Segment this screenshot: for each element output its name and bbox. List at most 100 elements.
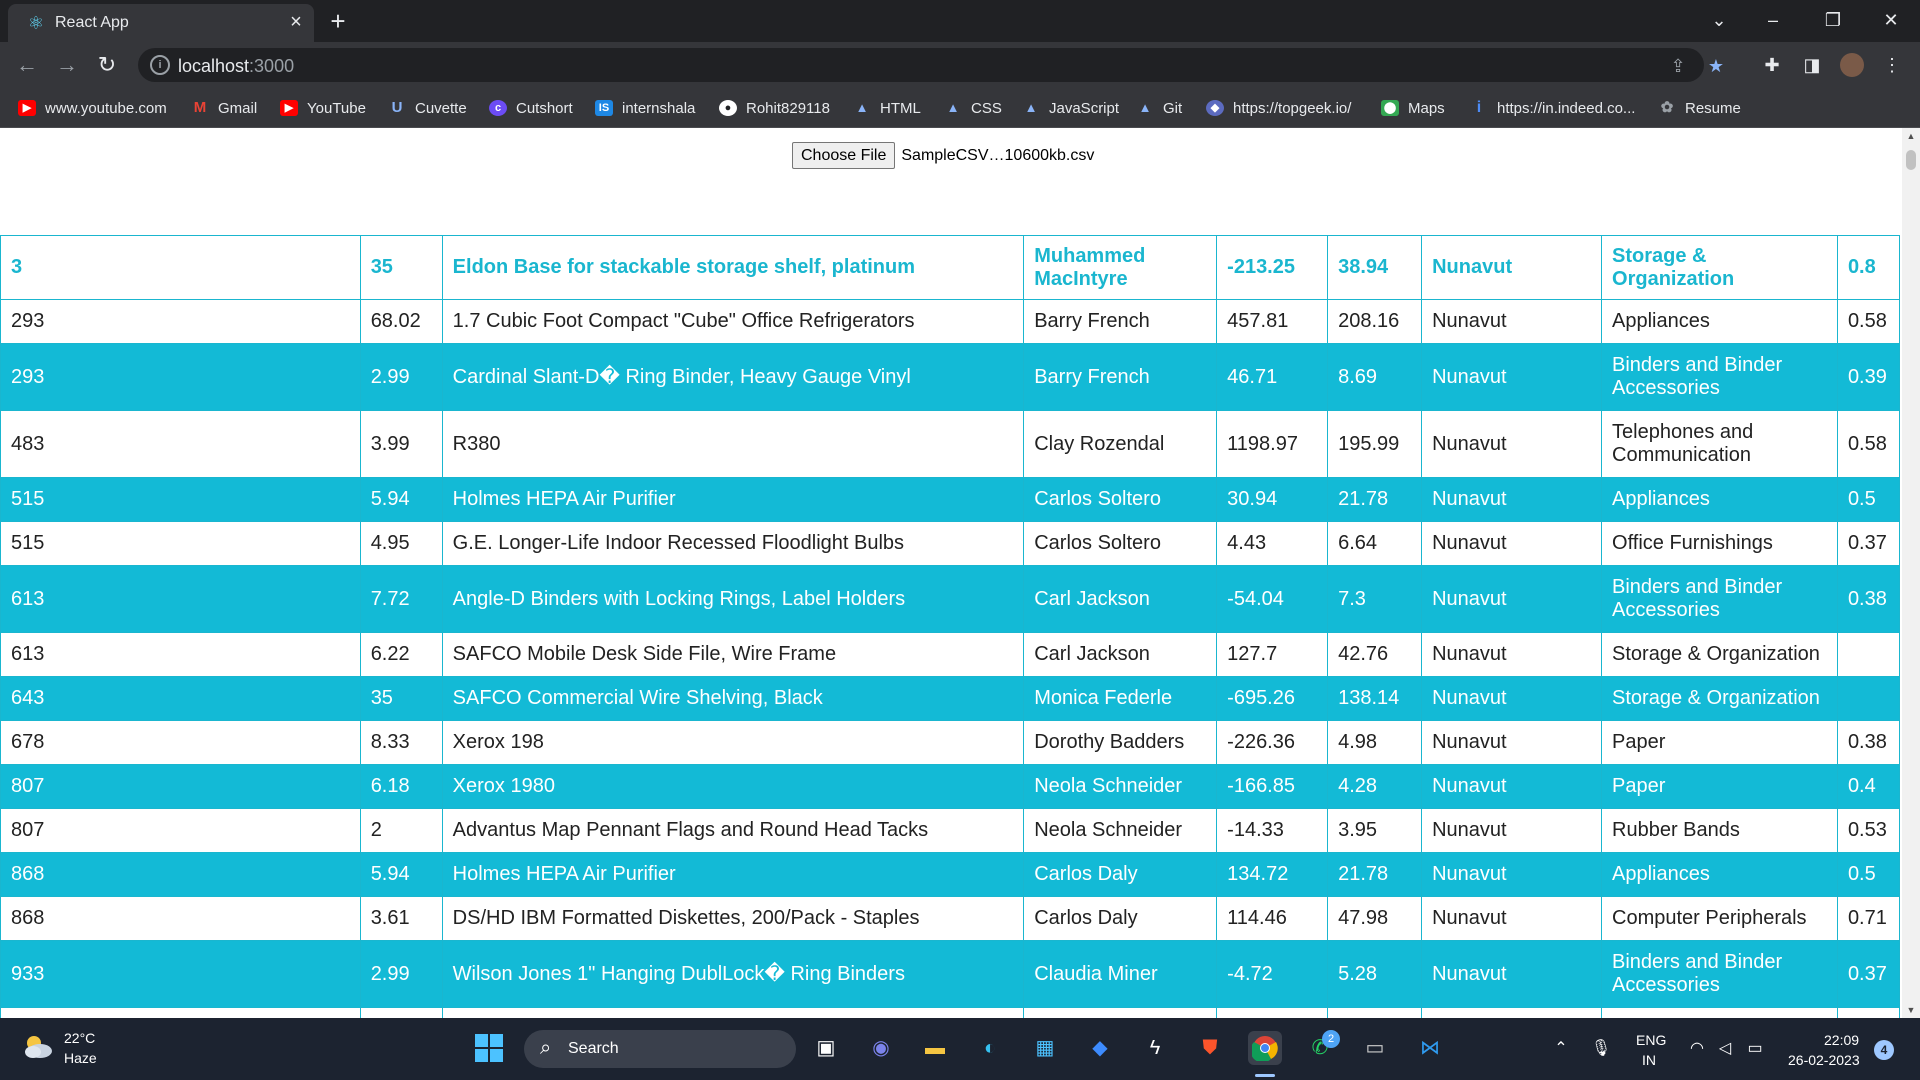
file-explorer-icon[interactable]: ▬ xyxy=(918,1031,952,1065)
microphone-icon[interactable]: 🎙 xyxy=(1590,1038,1612,1060)
bookmark-youtube[interactable]: ▶ YouTube xyxy=(280,97,366,119)
bookmark-git[interactable]: ▲ Git xyxy=(1136,97,1183,119)
bookmark-css[interactable]: ▲ CSS xyxy=(944,97,1002,119)
show-hidden-icons-chevron-icon[interactable]: ⌃ xyxy=(1550,1038,1572,1060)
minimize-button[interactable]: – xyxy=(1758,8,1788,32)
side-panel-icon[interactable]: ◨ xyxy=(1800,53,1824,77)
whatsapp-badge: 2 xyxy=(1322,1030,1340,1048)
tab-search-icon[interactable]: ⌄ xyxy=(1704,8,1734,32)
vscode-icon[interactable]: ⋈ xyxy=(1413,1031,1447,1065)
site-info-icon[interactable]: i xyxy=(150,55,170,75)
language-region[interactable]: IN xyxy=(1642,1052,1656,1068)
table-cell: DS/HD IBM Formatted Diskettes, 200/Pack … xyxy=(441,896,1025,941)
table-cell: 515 xyxy=(0,521,361,566)
teams-chat-icon[interactable]: ◉ xyxy=(864,1031,898,1065)
dropbox-icon[interactable]: ◆ xyxy=(1083,1031,1117,1065)
table-cell: 3.95 xyxy=(1327,808,1423,853)
bookmark-github[interactable]: ● Rohit829118 xyxy=(719,97,830,119)
table-cell xyxy=(1023,1007,1218,1018)
folder-mountain-icon: ▲ xyxy=(855,100,869,115)
language-code[interactable]: ENG xyxy=(1636,1032,1666,1048)
bookmark-cuvette[interactable]: U Cuvette xyxy=(388,97,467,119)
share-icon[interactable]: ⇪ xyxy=(1666,54,1690,78)
table-row: 678 8.33 Xerox 198 Dorothy Badders -226.36 4.… xyxy=(0,720,1901,765)
page-scrollbar[interactable]: ▲ ▼ xyxy=(1902,128,1920,1018)
table-cell: 0.5 xyxy=(1836,477,1901,522)
address-bar[interactable]: i localhost:3000 ⇪ ★ xyxy=(138,48,1724,82)
back-button[interactable]: ← xyxy=(13,51,41,79)
menu-kebab-icon[interactable]: ⋮ xyxy=(1880,53,1904,77)
browser-tab[interactable]: ⚛ React App × xyxy=(8,4,314,42)
table-cell: 293 xyxy=(0,299,361,344)
table-cell: SAFCO Commercial Wire Shelving, Black xyxy=(441,676,1025,721)
table-cell: 21.78 xyxy=(1327,477,1423,522)
restore-button[interactable]: ❐ xyxy=(1818,8,1848,32)
extensions-icon[interactable]: ✚ xyxy=(1760,53,1784,77)
battery-icon[interactable]: ▭ xyxy=(1744,1038,1766,1060)
table-cell: 0.39 xyxy=(1836,343,1901,411)
task-view-icon[interactable]: ▣ xyxy=(809,1031,843,1065)
table-cell xyxy=(1216,1007,1329,1018)
table-cell: Nunavut xyxy=(1421,565,1603,633)
folder-mountain-icon: ▲ xyxy=(1138,100,1152,115)
table-cell: 1.7 Cubic Foot Compact "Cube" Office Ref… xyxy=(441,299,1025,344)
lightning-app-icon[interactable]: ϟ xyxy=(1138,1031,1172,1065)
bookmark-internshala[interactable]: IS internshala xyxy=(595,97,695,119)
table-cell: 5.94 xyxy=(359,477,443,522)
table-cell: 613 xyxy=(0,632,361,677)
bookmark-topgeek[interactable]: ◆ https://topgeek.io/ xyxy=(1206,97,1351,119)
bookmark-gmail[interactable]: M Gmail xyxy=(191,97,257,119)
url-text[interactable]: localhost:3000 xyxy=(178,56,294,77)
notification-count-badge[interactable]: 4 xyxy=(1874,1040,1894,1060)
close-tab-icon[interactable]: × xyxy=(284,10,308,34)
edge-icon[interactable]: ◐ xyxy=(973,1031,1007,1065)
table-cell: 293 xyxy=(0,343,361,411)
table-cell: 47.98 xyxy=(1327,896,1423,941)
terminal-icon[interactable]: ▭ xyxy=(1358,1031,1392,1065)
table-cell: -4.72 xyxy=(1216,940,1329,1008)
table-cell: -14.33 xyxy=(1216,808,1329,853)
scroll-up-arrow-icon[interactable]: ▲ xyxy=(1902,128,1920,144)
taskbar-search[interactable]: ⌕ Search xyxy=(524,1030,796,1068)
brave-icon[interactable]: ⛊ xyxy=(1193,1031,1227,1065)
volume-icon[interactable]: ◁ xyxy=(1714,1038,1736,1060)
scroll-down-arrow-icon[interactable]: ▼ xyxy=(1902,1002,1920,1018)
bookmark-cutshort[interactable]: c Cutshort xyxy=(489,97,573,119)
table-cell: 0.5 xyxy=(1836,852,1901,897)
start-windows-icon[interactable] xyxy=(472,1031,506,1065)
new-tab-button[interactable]: + xyxy=(325,8,351,34)
clock-time[interactable]: 22:09 xyxy=(1824,1032,1859,1048)
choose-file-button[interactable]: Choose File xyxy=(792,142,896,169)
table-cell: 3.61 xyxy=(359,896,443,941)
table-cell: 868 xyxy=(0,896,361,941)
bookmark-star-icon[interactable]: ★ xyxy=(1704,54,1728,78)
header-cell: Storage & Organization xyxy=(1601,235,1838,300)
table-cell: G.E. Longer-Life Indoor Recessed Floodli… xyxy=(441,521,1025,566)
chrome-icon[interactable] xyxy=(1248,1031,1282,1065)
bookmark-resume[interactable]: ✿ Resume xyxy=(1658,97,1741,119)
table-cell: Nunavut xyxy=(1421,896,1603,941)
url-host: localhost xyxy=(178,56,250,76)
bookmark-javascript[interactable]: ▲ JavaScript xyxy=(1022,97,1119,119)
table-cell: Nunavut xyxy=(1421,632,1603,677)
weather-haze-icon[interactable] xyxy=(22,1032,54,1062)
table-cell: Barry French xyxy=(1023,299,1218,344)
bookmark-html[interactable]: ▲ HTML xyxy=(853,97,921,119)
browser-toolbar: ← → ↻ i localhost:3000 ⇪ ★ ✚ ◨ ⋮ xyxy=(0,42,1920,88)
bookmark-youtube-com[interactable]: ▶ www.youtube.com xyxy=(18,97,167,119)
scrollbar-thumb[interactable] xyxy=(1906,150,1916,170)
wifi-icon[interactable]: ◠ xyxy=(1686,1038,1708,1060)
close-window-button[interactable]: ✕ xyxy=(1876,8,1906,32)
profile-avatar[interactable] xyxy=(1840,53,1864,77)
table-cell: Xerox 198 xyxy=(441,720,1025,765)
store-icon[interactable]: ▦ xyxy=(1028,1031,1062,1065)
table-cell: Nunavut xyxy=(1421,852,1603,897)
table-cell xyxy=(1836,676,1901,721)
table-cell: 0.58 xyxy=(1836,410,1901,478)
clock-date[interactable]: 26-02-2023 xyxy=(1788,1052,1860,1068)
table-cell: Nunavut xyxy=(1421,764,1603,809)
forward-button[interactable]: → xyxy=(53,51,81,79)
bookmark-maps[interactable]: ⬤ Maps xyxy=(1381,97,1445,119)
reload-button[interactable]: ↻ xyxy=(93,51,121,79)
bookmark-indeed[interactable]: i https://in.indeed.co... xyxy=(1470,97,1636,119)
